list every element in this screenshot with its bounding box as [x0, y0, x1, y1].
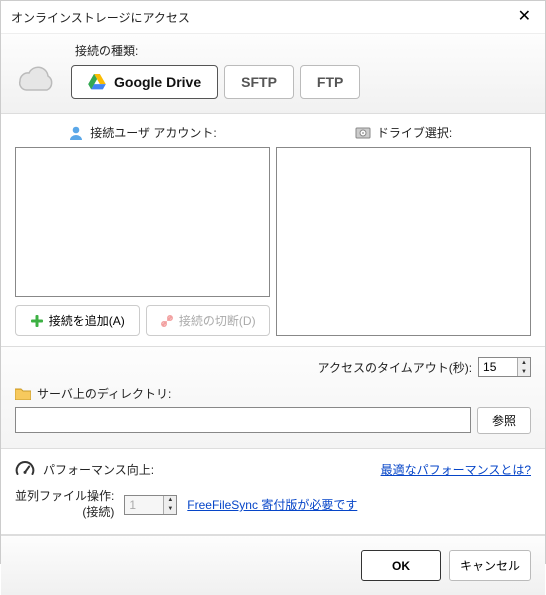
parallel-up: ▲: [164, 496, 176, 505]
drive-panel: ドライブ選択:: [276, 124, 531, 336]
tab-sftp-label: SFTP: [241, 74, 277, 90]
timeout-up[interactable]: ▲: [518, 358, 530, 367]
user-icon: [68, 125, 84, 141]
parallel-input: [125, 496, 163, 514]
add-connection-button[interactable]: 接続を追加(A): [15, 305, 140, 336]
connection-type-section: 接続の種類: Google Drive SFTP FTP: [1, 34, 545, 114]
accounts-header: 接続ユーザ アカウント:: [90, 124, 216, 141]
drive-header: ドライブ選択:: [377, 124, 452, 141]
cloud-icon: [15, 63, 57, 95]
browse-label: 参照: [492, 414, 516, 428]
timeout-spinner[interactable]: ▲ ▼: [478, 357, 531, 377]
ok-label: OK: [392, 559, 410, 573]
directory-label: サーバ上のディレクトリ:: [37, 385, 171, 402]
donation-link[interactable]: FreeFileSync 寄付版が必要です: [187, 496, 357, 513]
drive-listbox[interactable]: [276, 147, 531, 336]
tab-google-drive-label: Google Drive: [114, 74, 201, 90]
performance-header-label: パフォーマンス向上:: [43, 461, 154, 478]
timeout-down[interactable]: ▼: [518, 367, 530, 376]
dialog-title: オンラインストレージにアクセス: [11, 9, 190, 26]
directory-section: アクセスのタイムアウト(秒): ▲ ▼ サーバ上のディレクトリ: 参照: [1, 347, 545, 449]
tab-ftp[interactable]: FTP: [300, 65, 360, 99]
directory-input[interactable]: [15, 407, 471, 433]
connection-type-label: 接続の種類:: [71, 42, 531, 59]
close-button[interactable]: ✕: [512, 7, 537, 27]
close-icon: ✕: [518, 8, 531, 25]
cancel-button[interactable]: キャンセル: [449, 550, 531, 581]
parallel-down: ▼: [164, 505, 176, 514]
gauge-icon: [15, 459, 35, 479]
plus-icon: [30, 314, 44, 328]
disconnect-icon: [160, 314, 174, 328]
drive-icon: [355, 125, 371, 141]
tab-ftp-label: FTP: [317, 74, 343, 90]
add-connection-label: 接続を追加(A): [49, 312, 125, 329]
timeout-input[interactable]: [479, 358, 517, 376]
tab-sftp[interactable]: SFTP: [224, 65, 294, 99]
disconnect-button: 接続の切断(D): [146, 305, 271, 336]
accounts-listbox[interactable]: [15, 147, 270, 297]
disconnect-label: 接続の切断(D): [179, 312, 256, 329]
ok-button[interactable]: OK: [361, 550, 441, 581]
accounts-panel: 接続ユーザ アカウント: 接続を追加(A) 接: [15, 124, 270, 336]
google-drive-icon: [88, 74, 106, 90]
online-storage-dialog: オンラインストレージにアクセス ✕ 接続の種類: Google Driv: [0, 0, 546, 564]
parallel-label: 並列ファイル操作: (接続): [15, 489, 114, 520]
folder-icon: [15, 387, 31, 400]
browse-button[interactable]: 参照: [477, 407, 531, 434]
titlebar: オンラインストレージにアクセス ✕: [1, 1, 545, 34]
tab-google-drive[interactable]: Google Drive: [71, 65, 218, 99]
dialog-footer: OK キャンセル: [1, 535, 545, 595]
performance-help-link[interactable]: 最適なパフォーマンスとは?: [381, 461, 531, 478]
parallel-spinner: ▲ ▼: [124, 495, 177, 515]
timeout-label: アクセスのタイムアウト(秒):: [318, 359, 473, 376]
cancel-label: キャンセル: [460, 559, 520, 573]
performance-section: パフォーマンス向上: 最適なパフォーマンスとは? 並列ファイル操作: (接続) …: [1, 449, 545, 535]
